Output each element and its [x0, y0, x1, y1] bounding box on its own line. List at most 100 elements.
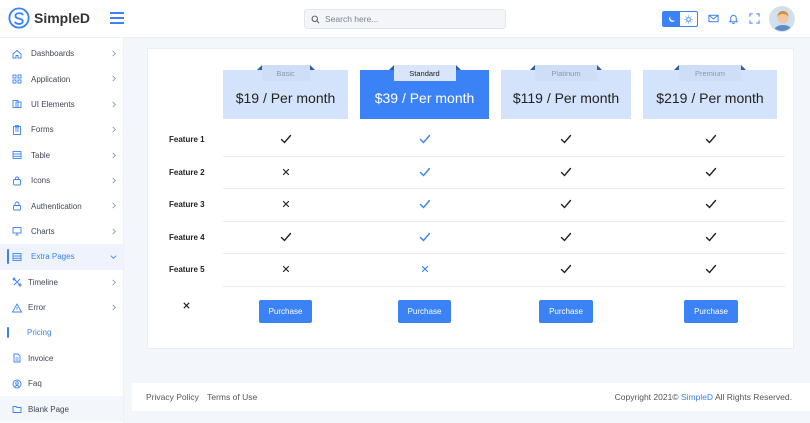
sidebar-item-label: Invoice: [28, 353, 54, 363]
sidebar-item-label: Error: [28, 303, 46, 313]
cross-icon: [282, 200, 290, 208]
plan-name-ribbon: Basic: [256, 65, 315, 81]
brand[interactable]: SimpleD: [8, 7, 90, 29]
plan-name: Platinum: [551, 68, 581, 78]
grid-icon: [12, 74, 22, 84]
cross-icon: [421, 265, 429, 273]
plan-name: Basic: [276, 68, 295, 78]
user-avatar[interactable]: [769, 6, 795, 32]
sidebar-item-label: Table: [31, 150, 51, 160]
dark-mode-button[interactable]: [663, 12, 680, 26]
sidebar-item-label: Application: [31, 74, 71, 84]
pages-icon: [12, 252, 22, 262]
sidebar-subitem-faq[interactable]: Faq: [0, 371, 123, 396]
plan-name: Premium: [694, 68, 725, 78]
search-icon: [311, 15, 320, 23]
check-icon: [560, 167, 572, 177]
sidebar-item-authentication[interactable]: Authentication: [0, 193, 123, 218]
sidebar-item-ui-elements[interactable]: UI Elements: [0, 92, 123, 117]
sidebar-item-application[interactable]: Application: [0, 66, 123, 91]
sidebar: Dashboards Application UI Elements Forms…: [0, 38, 124, 423]
purchase-standard-button[interactable]: Purchase: [398, 300, 451, 323]
sidebar-item-forms[interactable]: Forms: [0, 117, 123, 142]
sidebar-item-label: Authentication: [31, 201, 82, 211]
sun-icon: [684, 14, 693, 24]
fullscreen-icon[interactable]: [749, 13, 760, 24]
plan-price: $219 / Per month: [643, 90, 777, 106]
bag-icon: [12, 176, 22, 186]
sidebar-subitem-invoice[interactable]: Invoice: [0, 346, 123, 371]
sidebar-item-table[interactable]: Table: [0, 143, 123, 168]
plan-name: Standard: [409, 68, 440, 78]
check-icon: [705, 232, 717, 242]
chevron-right-icon: [112, 202, 116, 209]
menu-toggle-icon[interactable]: [110, 12, 124, 24]
lock-icon: [12, 201, 22, 211]
timeline-icon: [12, 277, 22, 287]
clipboard-icon: [12, 125, 22, 135]
sidebar-item-label: Icons: [31, 176, 51, 186]
bell-icon[interactable]: [728, 13, 739, 24]
plan-name-ribbon: Platinum: [530, 65, 602, 81]
sidebar-subitem-blank-page[interactable]: Blank Page: [0, 396, 123, 422]
plan-amount: $19: [235, 90, 260, 106]
sidebar-item-label: Faq: [28, 379, 42, 389]
row-divider: [223, 156, 785, 157]
chevron-down-icon: [110, 255, 117, 260]
plan-amount: $39: [374, 90, 399, 106]
chevron-right-icon: [112, 101, 116, 108]
sidebar-subitem-error[interactable]: Error: [0, 295, 123, 320]
check-icon: [560, 264, 572, 274]
cross-icon: [282, 265, 290, 273]
sidebar-item-label: Dashboards: [31, 49, 75, 59]
theme-toggle[interactable]: [662, 11, 698, 27]
home-icon: [12, 49, 22, 59]
plan-standard: Standard $39 / Per month: [360, 65, 489, 119]
terms-of-use-link[interactable]: Terms of Use: [207, 392, 257, 402]
plan-period: / Per month: [401, 90, 475, 106]
purchase-platinum-button[interactable]: Purchase: [539, 300, 593, 323]
sidebar-item-charts[interactable]: Charts: [0, 219, 123, 244]
sidebar-subitem-timeline[interactable]: Timeline: [0, 270, 123, 295]
brand-name: SimpleD: [34, 10, 91, 26]
privacy-policy-link[interactable]: Privacy Policy: [146, 392, 199, 402]
purchase-basic-button[interactable]: Purchase: [259, 300, 312, 323]
check-icon: [419, 199, 431, 209]
plan-premium: Premium $219 / Per month: [643, 65, 777, 119]
plan-name-ribbon: Standard: [388, 65, 461, 81]
row-divider: [223, 253, 785, 254]
copyright-brand[interactable]: SimpleD: [681, 392, 713, 402]
mail-icon[interactable]: [708, 13, 719, 24]
purchase-premium-button[interactable]: Purchase: [684, 300, 738, 323]
check-icon: [705, 264, 717, 274]
chevron-right-icon: [112, 126, 116, 133]
sidebar-subitem-pricing[interactable]: Pricing: [0, 320, 123, 345]
plan-period: / Per month: [262, 90, 336, 106]
help-icon: [12, 379, 22, 389]
sidebar-item-dashboards[interactable]: Dashboards: [0, 41, 123, 66]
search-box[interactable]: [304, 9, 506, 29]
feature-label: Feature 4: [169, 233, 205, 242]
light-mode-button[interactable]: [680, 12, 697, 26]
document-icon: [12, 353, 22, 363]
table-icon: [12, 150, 22, 160]
check-icon: [419, 167, 431, 177]
chevron-right-icon: [112, 304, 116, 311]
chevron-right-icon: [112, 279, 116, 285]
check-icon: [705, 167, 717, 177]
plan-name-ribbon: Premium: [674, 65, 746, 81]
feature-label: Feature 5: [169, 265, 205, 274]
plan-price: $119 / Per month: [501, 90, 631, 106]
row-divider: [223, 221, 785, 222]
warning-icon: [12, 302, 22, 313]
avatar-image: [770, 7, 794, 31]
chevron-right-icon: [112, 177, 116, 184]
top-header: SimpleD: [0, 0, 810, 38]
sidebar-item-icons[interactable]: Icons: [0, 168, 123, 193]
copyright-text: Copyright 2021©: [614, 392, 679, 402]
sidebar-item-extra-pages[interactable]: Extra Pages: [0, 244, 123, 270]
search-input[interactable]: [325, 14, 495, 24]
row-divider: [223, 188, 785, 189]
sidebar-item-label: UI Elements: [31, 99, 75, 109]
